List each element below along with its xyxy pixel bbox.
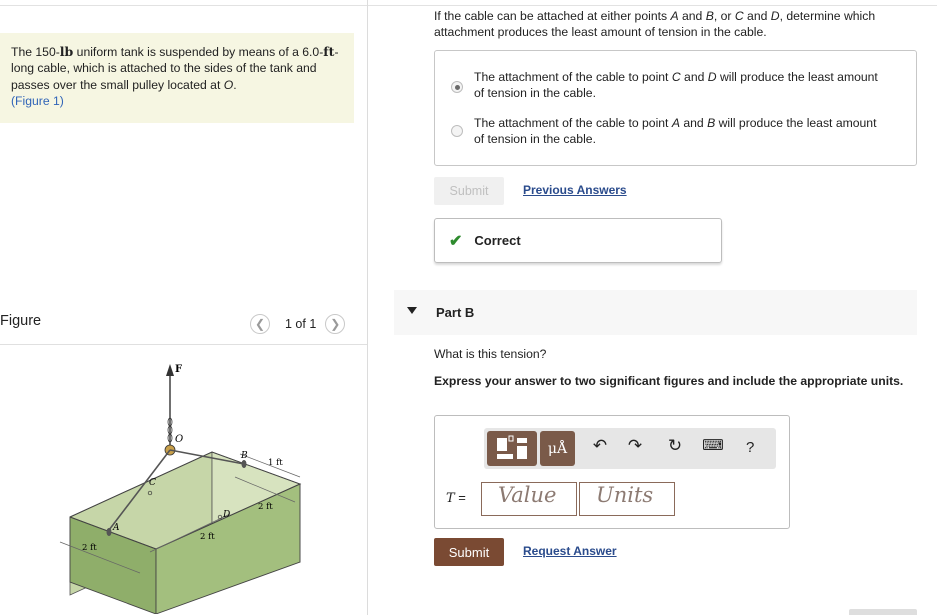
figure-count: 1 of 1	[285, 317, 317, 331]
figure-link[interactable]: (Figure 1)	[11, 94, 64, 108]
request-answer-link[interactable]: Request Answer	[523, 544, 617, 558]
undo-icon[interactable]: ↶	[589, 436, 611, 456]
part-b-label: Part B	[436, 305, 475, 320]
attachment-b	[241, 460, 247, 468]
answer-options: The attachment of the cable to point C a…	[434, 50, 917, 166]
templates-icon	[497, 435, 527, 459]
variable-label: T =	[446, 490, 466, 506]
option-text-part: and	[679, 116, 708, 130]
units-input[interactable]: Units	[579, 482, 675, 516]
keyboard-icon[interactable]: ⌨	[702, 436, 724, 454]
label-d: D	[222, 510, 230, 520]
point-o: O	[223, 77, 234, 92]
figure-rule	[0, 344, 367, 345]
part-b-submit-button[interactable]: Submit	[434, 538, 504, 566]
problem-text: .	[233, 77, 237, 92]
label-c: C	[149, 478, 156, 488]
option-point: A	[671, 116, 680, 130]
problem-text: The 150-	[11, 45, 60, 59]
option-text-part: The attachment of the cable to point	[474, 70, 672, 84]
question-text: , or	[713, 9, 735, 23]
redo-icon[interactable]: ↷	[624, 436, 646, 456]
attachment-a	[106, 528, 112, 536]
feedback-text: Correct	[474, 233, 521, 248]
checkmark-icon: ✔	[449, 232, 463, 250]
problem-text: uniform tank is suspended by means of a	[73, 45, 303, 59]
previous-answers-link[interactable]: Previous Answers	[523, 183, 627, 197]
problem-statement: The 150-lb uniform tank is suspended by …	[0, 33, 354, 123]
option-text: The attachment of the cable to point A a…	[474, 115, 884, 147]
panel-divider	[367, 0, 368, 615]
part-b-instructions: Express your answer to two significant f…	[434, 374, 904, 388]
radio-unselected[interactable]	[451, 125, 463, 137]
figure-heading: Figure	[0, 313, 42, 329]
point-d: D	[770, 9, 780, 23]
option-point: C	[671, 70, 681, 84]
equals-sign: =	[454, 490, 466, 505]
variable-symbol: T	[446, 491, 455, 506]
force-arrow-head	[166, 364, 174, 376]
unit-lb: lb	[59, 44, 74, 59]
point-c: C	[734, 9, 744, 23]
option-text-part: The attachment of the cable to point	[474, 116, 672, 130]
question-text: If the cable can be attached at either p…	[434, 9, 671, 23]
option-text-part: and	[680, 70, 708, 84]
point-b: B	[705, 9, 714, 23]
tank-figure: F O B C D A 1 ft 2 ft 2 ft 2 ft	[59, 364, 302, 614]
label-b: B	[240, 451, 248, 461]
radio-selected[interactable]	[451, 81, 463, 93]
option-text: The attachment of the cable to point C a…	[474, 69, 884, 101]
problem-length: 6.0-	[302, 45, 324, 59]
part-a-submit-button[interactable]: Submit	[434, 177, 504, 205]
label-o: O	[175, 434, 183, 445]
label-a: A	[112, 523, 120, 533]
label-f: F	[175, 364, 182, 375]
point-a: A	[670, 9, 679, 23]
label-2ft-mid: 2 ft	[200, 532, 215, 542]
top-rule	[0, 5, 937, 6]
label-1ft: 1 ft	[268, 458, 283, 468]
option-point: B	[707, 116, 716, 130]
templates-button[interactable]	[487, 431, 537, 466]
previous-figure-button[interactable]: ❮	[250, 314, 270, 334]
next-figure-button[interactable]: ❯	[325, 314, 346, 334]
help-button[interactable]: ?	[746, 439, 754, 456]
option-point: D	[707, 70, 717, 84]
chevron-left-icon: ❮	[254, 317, 266, 331]
collapse-arrow-icon[interactable]	[407, 307, 417, 314]
value-input[interactable]: Value	[481, 482, 577, 516]
corner-tab	[849, 609, 917, 615]
part-a-question: If the cable can be attached at either p…	[434, 8, 924, 40]
label-2ft-left: 2 ft	[82, 543, 97, 553]
part-b-question: What is this tension?	[434, 347, 547, 361]
chevron-right-icon: ❯	[330, 317, 341, 331]
figure-pager: ❮ 1 of 1 ❯	[250, 314, 346, 334]
feedback-box: ✔ Correct	[434, 218, 722, 263]
unit-ft: ft	[323, 44, 335, 59]
reset-icon[interactable]: ↻	[664, 436, 686, 456]
question-text: and	[743, 9, 771, 23]
question-text: and	[678, 9, 706, 23]
label-2ft-right: 2 ft	[258, 502, 273, 512]
units-symbol-button[interactable]: μÅ	[540, 431, 575, 466]
